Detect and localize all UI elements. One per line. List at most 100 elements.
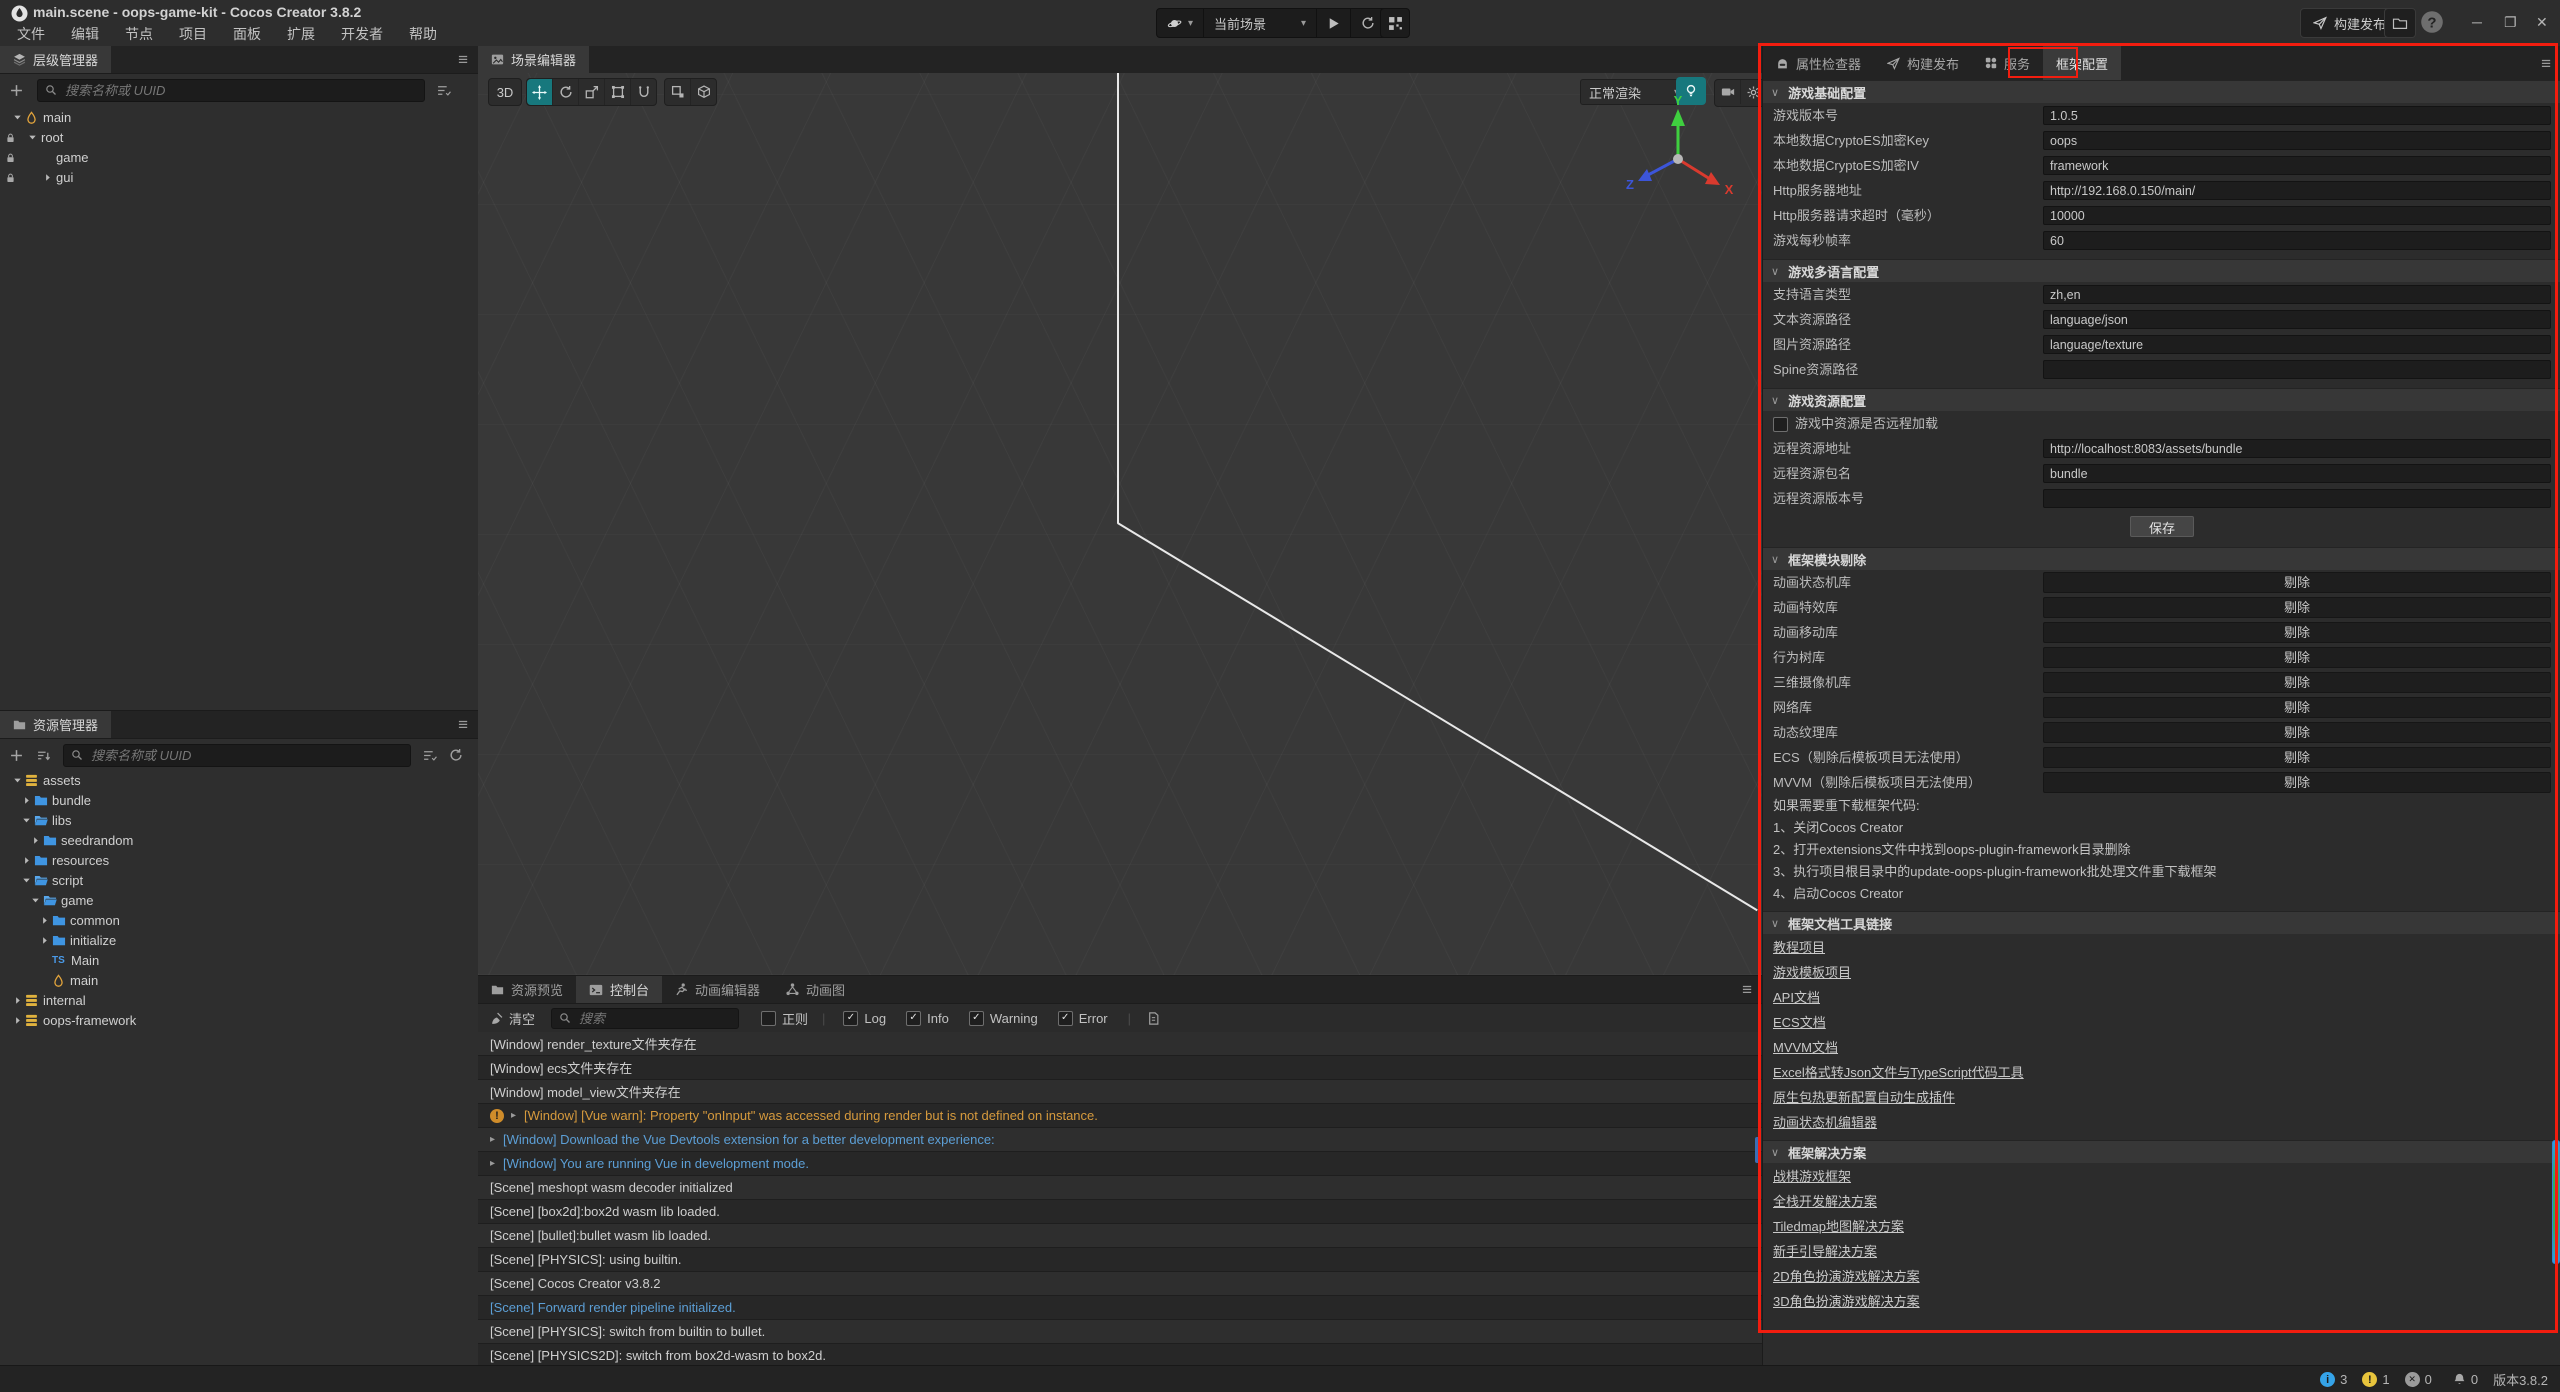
preview-target-button[interactable]: ▾ bbox=[1157, 9, 1204, 37]
tree-node[interactable]: main bbox=[0, 971, 478, 991]
remove-module-button[interactable]: 剔除 bbox=[2043, 647, 2551, 668]
log-row[interactable]: [Scene] Forward render pipeline initiali… bbox=[478, 1296, 1762, 1320]
property-input[interactable] bbox=[2043, 231, 2551, 250]
inspector-menu-icon[interactable]: ≡ bbox=[2541, 54, 2551, 74]
chevron-down-icon[interactable] bbox=[30, 895, 41, 906]
section-header[interactable]: ∨框架解决方案 bbox=[1763, 1140, 2560, 1163]
close-button[interactable]: ✕ bbox=[2536, 12, 2548, 32]
log-row[interactable]: [Scene] [PHYSICS2D]: switch from box2d-w… bbox=[478, 1344, 1762, 1366]
remove-module-button[interactable]: 剔除 bbox=[2043, 772, 2551, 793]
property-input[interactable] bbox=[2043, 439, 2551, 458]
log-row[interactable]: [Scene] [bullet]:bullet wasm lib loaded. bbox=[478, 1224, 1762, 1248]
doc-link[interactable]: Tiledmap地图解决方案 bbox=[1773, 1216, 1904, 1235]
tab-hierarchy[interactable]: 层级管理器 bbox=[0, 46, 111, 73]
tab-anim-editor[interactable]: 动画编辑器 bbox=[662, 976, 773, 1003]
scene-viewport[interactable]: 3D bbox=[478, 73, 1762, 975]
log-row[interactable]: [Window] ecs文件夹存在 bbox=[478, 1056, 1762, 1080]
minimize-button[interactable]: ─ bbox=[2472, 12, 2482, 32]
chevron-down-icon[interactable] bbox=[27, 132, 38, 143]
log-row[interactable]: [Scene] Cocos Creator v3.8.2 bbox=[478, 1272, 1762, 1296]
property-input[interactable] bbox=[2043, 310, 2551, 329]
filter-checkbox-warning[interactable]: ✓Warning bbox=[969, 1011, 1038, 1026]
doc-link[interactable]: 战棋游戏框架 bbox=[1773, 1166, 1851, 1185]
doc-link[interactable]: Excel格式转Json文件与TypeScript代码工具 bbox=[1773, 1062, 2024, 1081]
section-header[interactable]: ∨框架模块剔除 bbox=[1763, 547, 2560, 570]
tree-node[interactable]: TSMain bbox=[0, 951, 478, 971]
property-input[interactable] bbox=[2043, 206, 2551, 225]
chevron-right-icon[interactable] bbox=[12, 1015, 23, 1026]
inspector-scrollbar[interactable] bbox=[2552, 1140, 2560, 1264]
tree-node[interactable]: root bbox=[0, 128, 478, 148]
chevron-right-icon[interactable]: ▸ bbox=[511, 1110, 516, 1121]
menu-item[interactable]: 项目 bbox=[166, 22, 220, 46]
chevron-right-icon[interactable] bbox=[39, 915, 50, 926]
chevron-right-icon[interactable]: ▸ bbox=[490, 1158, 495, 1169]
gizmo-tool-button[interactable] bbox=[631, 79, 656, 105]
assets-menu-icon[interactable]: ≡ bbox=[458, 715, 468, 735]
move-tool-button[interactable] bbox=[527, 79, 553, 105]
filter-checkbox-info[interactable]: ✓Info bbox=[906, 1011, 949, 1026]
scale-tool-button[interactable] bbox=[579, 79, 605, 105]
assets-search[interactable] bbox=[63, 744, 411, 767]
filter-checkbox-log[interactable]: ✓Log bbox=[843, 1011, 886, 1026]
add-node-button[interactable] bbox=[10, 84, 23, 97]
chevron-down-icon[interactable] bbox=[12, 775, 23, 786]
rotate-tool-button[interactable] bbox=[553, 79, 579, 105]
hierarchy-search-input[interactable] bbox=[63, 82, 417, 99]
tab-scene-editor[interactable]: 场景编辑器 bbox=[478, 46, 589, 73]
regex-checkbox[interactable]: 正则 bbox=[761, 1009, 808, 1028]
console-search-input[interactable] bbox=[577, 1010, 731, 1027]
doc-link[interactable]: 新手引导解决方案 bbox=[1773, 1241, 1877, 1260]
console-messages[interactable]: [Window] render_texture文件夹存在[Window] ecs… bbox=[478, 1032, 1762, 1366]
doc-link[interactable]: ECS文档 bbox=[1773, 1012, 1826, 1031]
doc-link[interactable]: 游戏模板项目 bbox=[1773, 962, 1851, 981]
assets-search-input[interactable] bbox=[89, 747, 403, 764]
remove-module-button[interactable]: 剔除 bbox=[2043, 722, 2551, 743]
remove-module-button[interactable]: 剔除 bbox=[2043, 622, 2551, 643]
log-row[interactable]: !▸[Window] [Vue warn]: Property "onInput… bbox=[478, 1104, 1762, 1128]
checkbox-row[interactable]: 游戏中资源是否远程加载 bbox=[1763, 411, 2560, 436]
section-header[interactable]: ∨游戏资源配置 bbox=[1763, 388, 2560, 411]
log-file-icon[interactable] bbox=[1147, 1012, 1160, 1025]
chevron-down-icon[interactable] bbox=[12, 112, 23, 123]
property-input[interactable] bbox=[2043, 335, 2551, 354]
chevron-right-icon[interactable] bbox=[12, 995, 23, 1006]
tab-framework-config[interactable]: 框架配置 bbox=[2043, 46, 2121, 80]
doc-link[interactable]: API文档 bbox=[1773, 987, 1820, 1006]
log-row[interactable]: [Window] model_view文件夹存在 bbox=[478, 1080, 1762, 1104]
tree-node[interactable]: game bbox=[0, 148, 478, 168]
tree-node[interactable]: bundle bbox=[0, 791, 478, 811]
doc-link[interactable]: 教程项目 bbox=[1773, 937, 1825, 956]
section-header[interactable]: ∨游戏多语言配置 bbox=[1763, 259, 2560, 282]
menu-item[interactable]: 编辑 bbox=[58, 22, 112, 46]
section-header[interactable]: ∨游戏基础配置 bbox=[1763, 80, 2560, 103]
tab-anim-graph[interactable]: 动画图 bbox=[773, 976, 858, 1003]
hierarchy-menu-icon[interactable]: ≡ bbox=[458, 50, 468, 70]
menu-item[interactable]: 文件 bbox=[4, 22, 58, 46]
tree-node[interactable]: script bbox=[0, 871, 478, 891]
console-search[interactable] bbox=[551, 1008, 739, 1029]
rect-tool-button[interactable] bbox=[605, 79, 631, 105]
log-row[interactable]: [Scene] meshopt wasm decoder initialized bbox=[478, 1176, 1762, 1200]
tree-node[interactable]: initialize bbox=[0, 931, 478, 951]
tab-plane[interactable]: 构建发布 bbox=[1874, 46, 1972, 80]
property-input[interactable] bbox=[2043, 156, 2551, 175]
notification-count[interactable]: 0 bbox=[2453, 1372, 2478, 1387]
preview-qrcode-button[interactable] bbox=[1380, 8, 1410, 38]
doc-link[interactable]: 动画状态机编辑器 bbox=[1773, 1112, 1877, 1131]
toggle-3d-button[interactable]: 3D bbox=[488, 78, 522, 106]
pivot-tool-button[interactable] bbox=[665, 79, 691, 105]
doc-link[interactable]: 3D角色扮演游戏解决方案 bbox=[1773, 1291, 1920, 1310]
chevron-right-icon[interactable]: ▸ bbox=[490, 1134, 495, 1145]
remove-module-button[interactable]: 剔除 bbox=[2043, 597, 2551, 618]
maximize-button[interactable]: ❐ bbox=[2504, 12, 2517, 32]
log-row[interactable]: ▸[Window] Download the Vue Devtools exte… bbox=[478, 1128, 1762, 1152]
property-input[interactable] bbox=[2043, 464, 2551, 483]
log-row[interactable]: [Scene] [box2d]:box2d wasm lib loaded. bbox=[478, 1200, 1762, 1224]
chevron-down-icon[interactable] bbox=[21, 815, 32, 826]
preview-scene-select[interactable]: 当前场景 ▾ bbox=[1204, 9, 1317, 37]
section-header[interactable]: ∨框架文档工具链接 bbox=[1763, 911, 2560, 934]
remove-module-button[interactable]: 剔除 bbox=[2043, 747, 2551, 768]
tree-node[interactable]: libs bbox=[0, 811, 478, 831]
doc-link[interactable]: 2D角色扮演游戏解决方案 bbox=[1773, 1266, 1920, 1285]
